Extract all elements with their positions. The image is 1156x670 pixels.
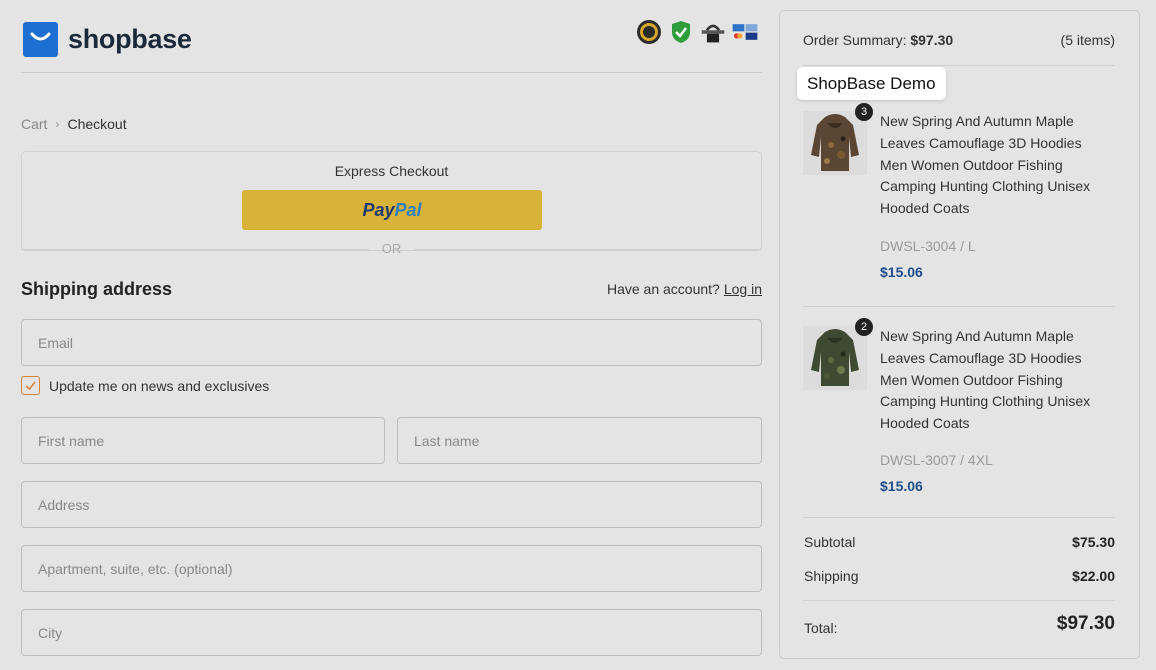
product-sku: DWSL-3004 / L	[880, 238, 976, 254]
trust-badges	[636, 19, 758, 45]
checkmark-icon	[25, 381, 36, 391]
chevron-right-icon: ›	[55, 117, 60, 131]
last-name-field[interactable]: Last name	[397, 417, 762, 464]
express-checkout-title: Express Checkout	[334, 163, 449, 179]
first-name-field[interactable]: First name	[21, 417, 385, 464]
shipping-label: Shipping	[804, 568, 859, 584]
address-field[interactable]: Address	[21, 481, 762, 528]
quantity-badge: 2	[855, 318, 873, 336]
item-count: (5 items)	[1060, 32, 1115, 48]
paypal-logo-part2: Pal	[394, 199, 422, 220]
or-divider: OR	[21, 241, 762, 257]
total-value: $97.30	[1056, 613, 1115, 634]
hoodie-product-image	[803, 326, 867, 390]
quantity-badge: 3	[855, 103, 873, 121]
breadcrumb-checkout: Checkout	[67, 116, 127, 132]
subtotal-label: Subtotal	[804, 534, 856, 550]
email-field[interactable]: Email	[21, 319, 762, 366]
paypal-logo-part1: Pay	[362, 199, 395, 220]
newsletter-label: Update me on news and exclusives	[49, 377, 270, 394]
product-sku: DWSL-3007 / 4XL	[880, 452, 993, 468]
product-price: $15.06	[880, 478, 923, 494]
total-label: Total:	[804, 620, 838, 636]
order-summary-panel: Order Summary: $97.30 (5 items) ShopBase…	[779, 10, 1140, 659]
shipping-value: $22.00	[1072, 568, 1115, 584]
guarantee-badge-icon	[637, 20, 661, 44]
account-prompt-text: Have an account?	[606, 281, 720, 297]
breadcrumb: Cart › Checkout	[21, 116, 127, 132]
order-summary-label: Order Summary:	[803, 32, 907, 48]
product-name: New Spring And Autumn Maple Leaves Camou…	[880, 113, 1091, 217]
paypal-button[interactable]: Pay Pal	[242, 190, 542, 230]
express-checkout-box: Express Checkout Pay Pal	[21, 151, 762, 251]
shipping-row: Shipping $22.00	[804, 568, 1115, 584]
brand-name: shopbase	[68, 24, 192, 54]
product-item: 2 New Spring And Autumn Maple Leaves Cam…	[803, 318, 1118, 506]
product-item: 3 New Spring And Autumn Maple Leaves Cam…	[803, 103, 1118, 291]
account-prompt: Have an account? Log in	[607, 281, 762, 297]
city-field[interactable]: City	[21, 609, 762, 656]
store-name-tooltip: ShopBase Demo	[797, 67, 946, 100]
login-link[interactable]: Log in	[724, 281, 762, 297]
product-name: New Spring And Autumn Maple Leaves Camou…	[880, 328, 1091, 432]
shopbase-logo[interactable]: shopbase	[23, 22, 192, 57]
order-summary-header: Order Summary: $97.30 (5 items)	[803, 32, 1115, 48]
checkout-main: shopbase Cart › Checkout Express Checkou…	[21, 0, 762, 670]
secure-lock-icon	[701, 24, 725, 43]
subtotal-value: $75.30	[1072, 534, 1115, 550]
header: shopbase	[21, 0, 762, 73]
card-logos-icon	[732, 24, 758, 40]
verified-shield-icon	[672, 21, 690, 43]
product-price: $15.06	[880, 264, 923, 280]
subtotal-row: Subtotal $75.30	[804, 534, 1115, 550]
shipping-address-title: Shipping address	[21, 279, 173, 299]
or-text: OR	[381, 241, 402, 256]
newsletter-checkbox-row[interactable]: Update me on news and exclusives	[21, 376, 269, 395]
newsletter-checkbox[interactable]	[21, 376, 40, 395]
shopping-bag-icon	[23, 22, 58, 57]
order-summary-amount: $97.30	[910, 32, 954, 48]
hoodie-product-image	[803, 111, 867, 175]
breadcrumb-cart[interactable]: Cart	[21, 116, 47, 132]
apartment-field[interactable]: Apartment, suite, etc. (optional)	[21, 545, 762, 592]
